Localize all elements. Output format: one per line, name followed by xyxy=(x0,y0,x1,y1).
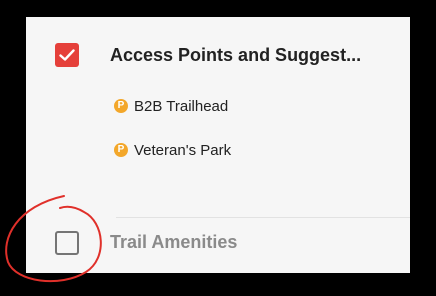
checkmark-icon xyxy=(59,49,75,61)
layer-list-panel: Access Points and Suggest... P B2B Trail… xyxy=(26,17,410,273)
legend-item: P B2B Trailhead xyxy=(114,96,228,116)
layer-title-access-points[interactable]: Access Points and Suggest... xyxy=(110,45,361,66)
layer-title-trail-amenities[interactable]: Trail Amenities xyxy=(110,232,237,253)
layer-checkbox-access-points[interactable] xyxy=(55,43,79,67)
legend-label: Veteran's Park xyxy=(134,141,232,159)
legend-label: B2B Trailhead xyxy=(134,97,229,115)
parking-icon: P xyxy=(114,99,128,113)
parking-icon: P xyxy=(114,143,128,157)
divider xyxy=(116,217,410,218)
layer-checkbox-trail-amenities[interactable] xyxy=(55,231,79,255)
legend-item: P Veteran's Park xyxy=(114,140,231,160)
